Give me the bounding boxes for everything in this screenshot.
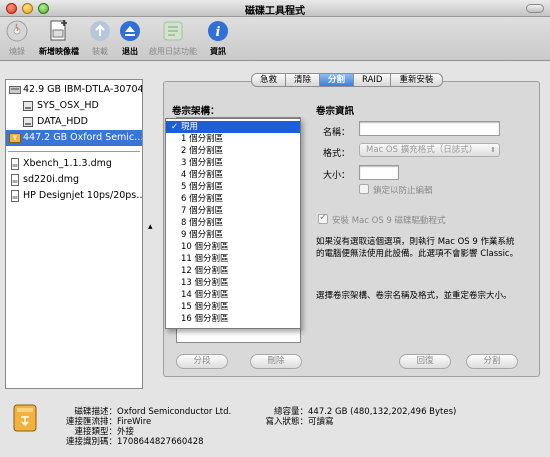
scheme-option[interactable]: 5 個分割區 [166, 181, 300, 193]
disk-list-item[interactable]: 42.9 GB IBM-DTLA-307045 [6, 82, 142, 98]
disk-list[interactable]: 42.9 GB IBM-DTLA-307045 SYS_OSX_HD DATA_… [5, 79, 143, 389]
install-os9-label: 安裝 Mac OS 9 磁碟驅動程式 [332, 216, 446, 226]
partition-button[interactable]: 分割 [466, 354, 518, 369]
toolbar: 燒錄 新增映像檔 裝載 退出 啟用日誌功能 i 資訊 [0, 17, 550, 61]
tab-restore[interactable]: 重新安裝 [391, 73, 443, 87]
info-button[interactable]: i 資訊 [205, 19, 231, 59]
format-value: Mac OS 擴充格式（日誌式） [366, 145, 478, 155]
mount-icon [90, 21, 110, 41]
name-label: 名稱： [322, 128, 350, 138]
volume-scheme-label: 卷宗架構： [172, 106, 220, 117]
disk-list-item[interactable]: HP Designjet 10ps/20ps… [6, 188, 142, 204]
tab-raid[interactable]: RAID [354, 73, 392, 87]
disk-utility-window: 磁碟工具程式 燒錄 新增映像檔 裝載 退出 啟用日誌功能 i 資訊 42.9 G… [0, 0, 550, 457]
revert-button[interactable]: 回復 [399, 354, 451, 369]
scheme-option[interactable]: 16 個分割區 [166, 313, 300, 325]
window-title: 磁碟工具程式 [245, 6, 305, 17]
connection-id-row: 連接識別碼：1708644827660428 [65, 437, 204, 447]
scheme-option[interactable]: 15 個分割區 [166, 301, 300, 313]
disk-list-item[interactable]: DATA_HDD [6, 114, 142, 130]
scheme-option[interactable]: 1 個分割區 [166, 133, 300, 145]
disk-image-icon [11, 174, 19, 186]
write-status-row: 寫入狀態：可讀寫 [265, 417, 334, 427]
disk-image-icon [11, 190, 19, 202]
install-os9-checkbox[interactable] [318, 212, 328, 224]
scheme-option[interactable]: 9 個分割區 [166, 229, 300, 241]
scheme-option[interactable]: 8 個分割區 [166, 217, 300, 229]
os9-note-line1: 如果沒有選取這個選項，則執行 Mac OS 9 作業系統 [316, 237, 515, 247]
size-field[interactable] [359, 165, 399, 180]
split-button[interactable]: 分段 [176, 354, 228, 369]
tab-partition[interactable]: 分割 [320, 73, 355, 87]
new-image-label: 新增映像檔 [39, 47, 79, 56]
disk-list-item[interactable]: Xbench_1.1.3.dmg [6, 156, 142, 172]
delete-button[interactable]: 刪除 [250, 354, 302, 369]
firewire-disk-icon [9, 133, 21, 143]
scheme-option[interactable]: 7 個分割區 [166, 205, 300, 217]
info-icon: i [208, 21, 228, 41]
disk-list-item[interactable]: sd220i.dmg [6, 172, 142, 188]
mount-label: 裝載 [92, 47, 108, 56]
list-divider [8, 151, 140, 152]
tab-bar: 急救 清除 分割 RAID 重新安裝 [251, 73, 443, 87]
volume-name-field[interactable] [359, 121, 500, 136]
toolbar-toggle-button[interactable] [526, 4, 544, 13]
disk-list-item-selected[interactable]: 447.2 GB Oxford Semic… [6, 130, 142, 146]
size-label: 大小： [322, 171, 350, 181]
format-label: 格式： [322, 149, 350, 159]
partition-instruction: 選擇卷宗架構、卷宗名稱及格式，並重定卷宗大小。 [316, 291, 512, 301]
new-image-button[interactable]: 新增映像檔 [36, 19, 82, 59]
journaling-icon [163, 21, 183, 41]
title-bar: 磁碟工具程式 [0, 0, 550, 17]
burn-button[interactable]: 燒錄 [4, 19, 30, 59]
info-label: 資訊 [210, 47, 226, 56]
tab-first-aid[interactable]: 急救 [251, 73, 287, 87]
hard-disk-icon [9, 86, 21, 94]
scheme-option[interactable]: 6 個分割區 [166, 193, 300, 205]
split-view-handle[interactable]: ▴ [148, 222, 153, 232]
scheme-option[interactable]: 13 個分割區 [166, 277, 300, 289]
disk-image-icon [11, 158, 19, 170]
disk-info-bar: 磁碟描述：Oxford Semiconductor Ltd. 連接匯流排：Fir… [0, 395, 550, 457]
new-image-icon [50, 20, 67, 41]
volume-scheme-menu[interactable]: ✓ 現用 1 個分割區 2 個分割區 3 個分割區 4 個分割區 5 個分割區 6… [165, 118, 301, 329]
popup-arrows-icon: ⬍ [490, 146, 496, 154]
burn-icon [6, 20, 28, 42]
checkmark-icon: ✓ [171, 122, 179, 132]
lock-label: 鎖定以防止編輯 [373, 186, 433, 196]
scheme-option[interactable]: 12 個分割區 [166, 265, 300, 277]
scheme-option[interactable]: 11 個分割區 [166, 253, 300, 265]
volume-icon [23, 101, 33, 111]
eject-button[interactable]: 退出 [117, 19, 143, 59]
lock-checkbox[interactable] [359, 184, 369, 194]
mount-button[interactable]: 裝載 [87, 19, 113, 59]
format-popup[interactable]: Mac OS 擴充格式（日誌式） ⬍ [359, 143, 500, 157]
scheme-option-current[interactable]: ✓ 現用 [166, 121, 300, 133]
volume-info-label: 卷宗資訊 [316, 106, 355, 117]
burn-label: 燒錄 [9, 47, 25, 56]
svg-text:i: i [216, 25, 221, 40]
firewire-disk-icon [13, 404, 37, 432]
disk-list-item[interactable]: SYS_OSX_HD [6, 98, 142, 114]
scheme-option[interactable]: 2 個分割區 [166, 145, 300, 157]
scheme-option[interactable]: 14 個分割區 [166, 289, 300, 301]
eject-icon [120, 21, 140, 41]
enable-journaling-button[interactable]: 啟用日誌功能 [147, 19, 199, 59]
scheme-option[interactable]: 4 個分割區 [166, 169, 300, 181]
volume-icon [23, 117, 33, 127]
tab-erase[interactable]: 清除 [286, 73, 321, 87]
eject-label: 退出 [122, 47, 138, 56]
scheme-option[interactable]: 3 個分割區 [166, 157, 300, 169]
enable-journaling-label: 啟用日誌功能 [149, 47, 197, 56]
os9-note-line2: 的電腦便無法使用此設備。此選項不會影響 Classic。 [316, 249, 519, 259]
scheme-option[interactable]: 10 個分割區 [166, 241, 300, 253]
